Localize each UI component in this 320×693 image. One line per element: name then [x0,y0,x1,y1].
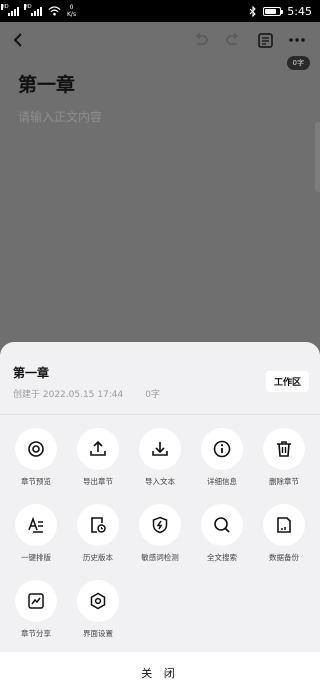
action-interface-settings[interactable]: 界面设置 [67,580,129,639]
clock: 5:45 [287,4,312,18]
close-button[interactable]: 关 闭 [0,652,320,693]
word-count-chip: 0字 [286,56,310,70]
chapter-title[interactable]: 第一章 [18,70,75,97]
sheet-meta: 创建于 2022.05.15 17:44 0字 [13,387,307,400]
signal-2-icon: HD [24,3,42,16]
redo-button[interactable] [222,29,244,51]
sensitive-check-icon [152,516,168,534]
wifi-icon [48,6,61,16]
import-icon [152,442,168,456]
chapter-word-count: 0字 [145,390,160,400]
history-icon [91,517,106,533]
chevron-left-icon [13,33,22,47]
undo-icon [195,33,208,45]
created-time: 创建于 2022.05.15 17:44 [13,390,124,400]
action-delete-chapter[interactable]: 删除章节 [253,428,315,487]
action-auto-typeset[interactable]: 一键排版 [5,504,67,563]
backup-icon [277,517,291,533]
content-placeholder[interactable]: 请输入正文内容 [18,108,102,125]
back-button[interactable] [12,30,32,50]
info-icon [213,440,231,458]
action-chapter-preview[interactable]: 章节预览 [5,428,67,487]
editor-toolbar [0,22,320,58]
trash-icon [277,441,291,457]
net-speed: 0 K/s [67,4,77,18]
action-chapter-share[interactable]: 章节分享 [5,580,67,639]
outline-icon [257,32,273,48]
chapter-action-sheet: 第一章 创建于 2022.05.15 17:44 0字 工作区 章节预览 导出章… [0,342,320,693]
redo-icon [226,33,239,45]
action-history-versions[interactable]: 历史版本 [67,504,129,563]
battery-icon [263,6,284,16]
sheet-title: 第一章 [13,366,50,380]
action-sensitive-word-check[interactable]: 敏感词检测 [129,504,191,563]
action-data-backup[interactable]: 数据备份 [253,504,315,563]
divider [0,414,320,415]
more-icon [289,38,305,42]
sheet-header: 第一章 创建于 2022.05.15 17:44 0字 工作区 [0,342,320,414]
action-export-chapter[interactable]: 导出章节 [67,428,129,487]
share-chart-icon [28,593,44,609]
action-details[interactable]: 详细信息 [191,428,253,487]
export-icon [90,440,106,456]
action-full-text-search[interactable]: 全文搜索 [191,504,253,563]
eye-icon [28,441,44,457]
bluetooth-icon [249,5,257,17]
settings-icon [90,592,106,610]
action-import-text[interactable]: 导入文本 [129,428,191,487]
outline-button[interactable] [254,29,276,51]
scroll-handle[interactable] [315,122,320,192]
status-bar: HD HD 0 K/s 5:45 [0,0,320,22]
search-icon [214,517,230,533]
undo-button[interactable] [190,29,212,51]
signal-1-icon: HD [1,3,19,16]
typeset-icon [28,516,43,533]
workspace-button[interactable]: 工作区 [265,371,309,392]
more-button[interactable] [286,29,308,51]
